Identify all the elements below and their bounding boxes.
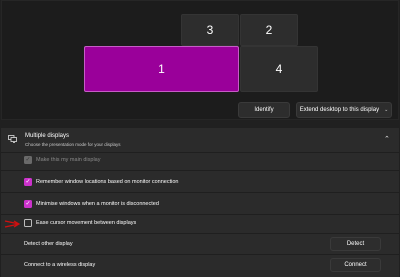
detect-button-label: Detect — [346, 241, 365, 247]
divider — [1, 214, 399, 215]
annotation-arrow-icon — [4, 220, 21, 228]
wireless-display-row: Connect to a wireless display Connect — [1, 255, 399, 275]
minimise-windows-checkbox[interactable]: ✓ — [24, 200, 32, 208]
chevron-up-icon[interactable]: ⌃ — [384, 135, 390, 143]
detect-display-row: Detect other display Detect — [1, 234, 399, 254]
main-display-label: Make this my main display — [36, 157, 101, 163]
monitor-4[interactable]: 4 — [240, 46, 318, 92]
identify-button-label: Identify — [254, 107, 274, 113]
main-display-checkbox: ✓ — [24, 156, 32, 164]
multiple-displays-section: Multiple displays Choose the presentatio… — [1, 128, 399, 277]
monitor-3[interactable]: 3 — [181, 14, 239, 46]
remember-window-locations-checkbox[interactable]: ✓ — [24, 178, 32, 186]
display-arrangement-panel: 3 2 1 4 Identify Extend desktop to this … — [1, 0, 399, 120]
detect-display-label: Detect other display — [24, 241, 73, 247]
option-minimise-windows[interactable]: ✓ Minimise windows when a monitor is dis… — [1, 197, 399, 213]
connect-button[interactable]: Connect — [330, 258, 381, 272]
display-mode-dropdown[interactable]: Extend desktop to this display ⌄ — [296, 102, 392, 118]
ease-cursor-checkbox[interactable] — [24, 219, 32, 227]
connect-button-label: Connect — [344, 262, 367, 268]
multiple-displays-header[interactable]: Multiple displays Choose the presentatio… — [1, 128, 399, 152]
section-title: Multiple displays — [25, 133, 70, 139]
divider — [1, 192, 399, 193]
option-main-display: ✓ Make this my main display — [1, 153, 399, 169]
minimise-windows-label: Minimise windows when a monitor is disco… — [36, 201, 159, 207]
wireless-display-label: Connect to a wireless display — [24, 262, 96, 268]
option-remember-window-locations[interactable]: ✓ Remember window locations based on mon… — [1, 175, 399, 191]
identify-button[interactable]: Identify — [238, 102, 290, 118]
chevron-down-icon: ⌄ — [384, 107, 389, 113]
monitor-2[interactable]: 2 — [240, 14, 298, 46]
detect-button[interactable]: Detect — [330, 237, 381, 251]
ease-cursor-label: Ease cursor movement between displays — [36, 220, 137, 226]
display-mode-value: Extend desktop to this display — [299, 107, 380, 113]
remember-window-locations-label: Remember window locations based on monit… — [36, 179, 179, 185]
monitor-1[interactable]: 1 — [84, 46, 239, 92]
option-ease-cursor-movement[interactable]: Ease cursor movement between displays — [1, 216, 399, 232]
section-subtitle: Choose the presentation mode for your di… — [25, 142, 121, 147]
divider — [1, 170, 399, 171]
displays-icon — [8, 135, 17, 143]
